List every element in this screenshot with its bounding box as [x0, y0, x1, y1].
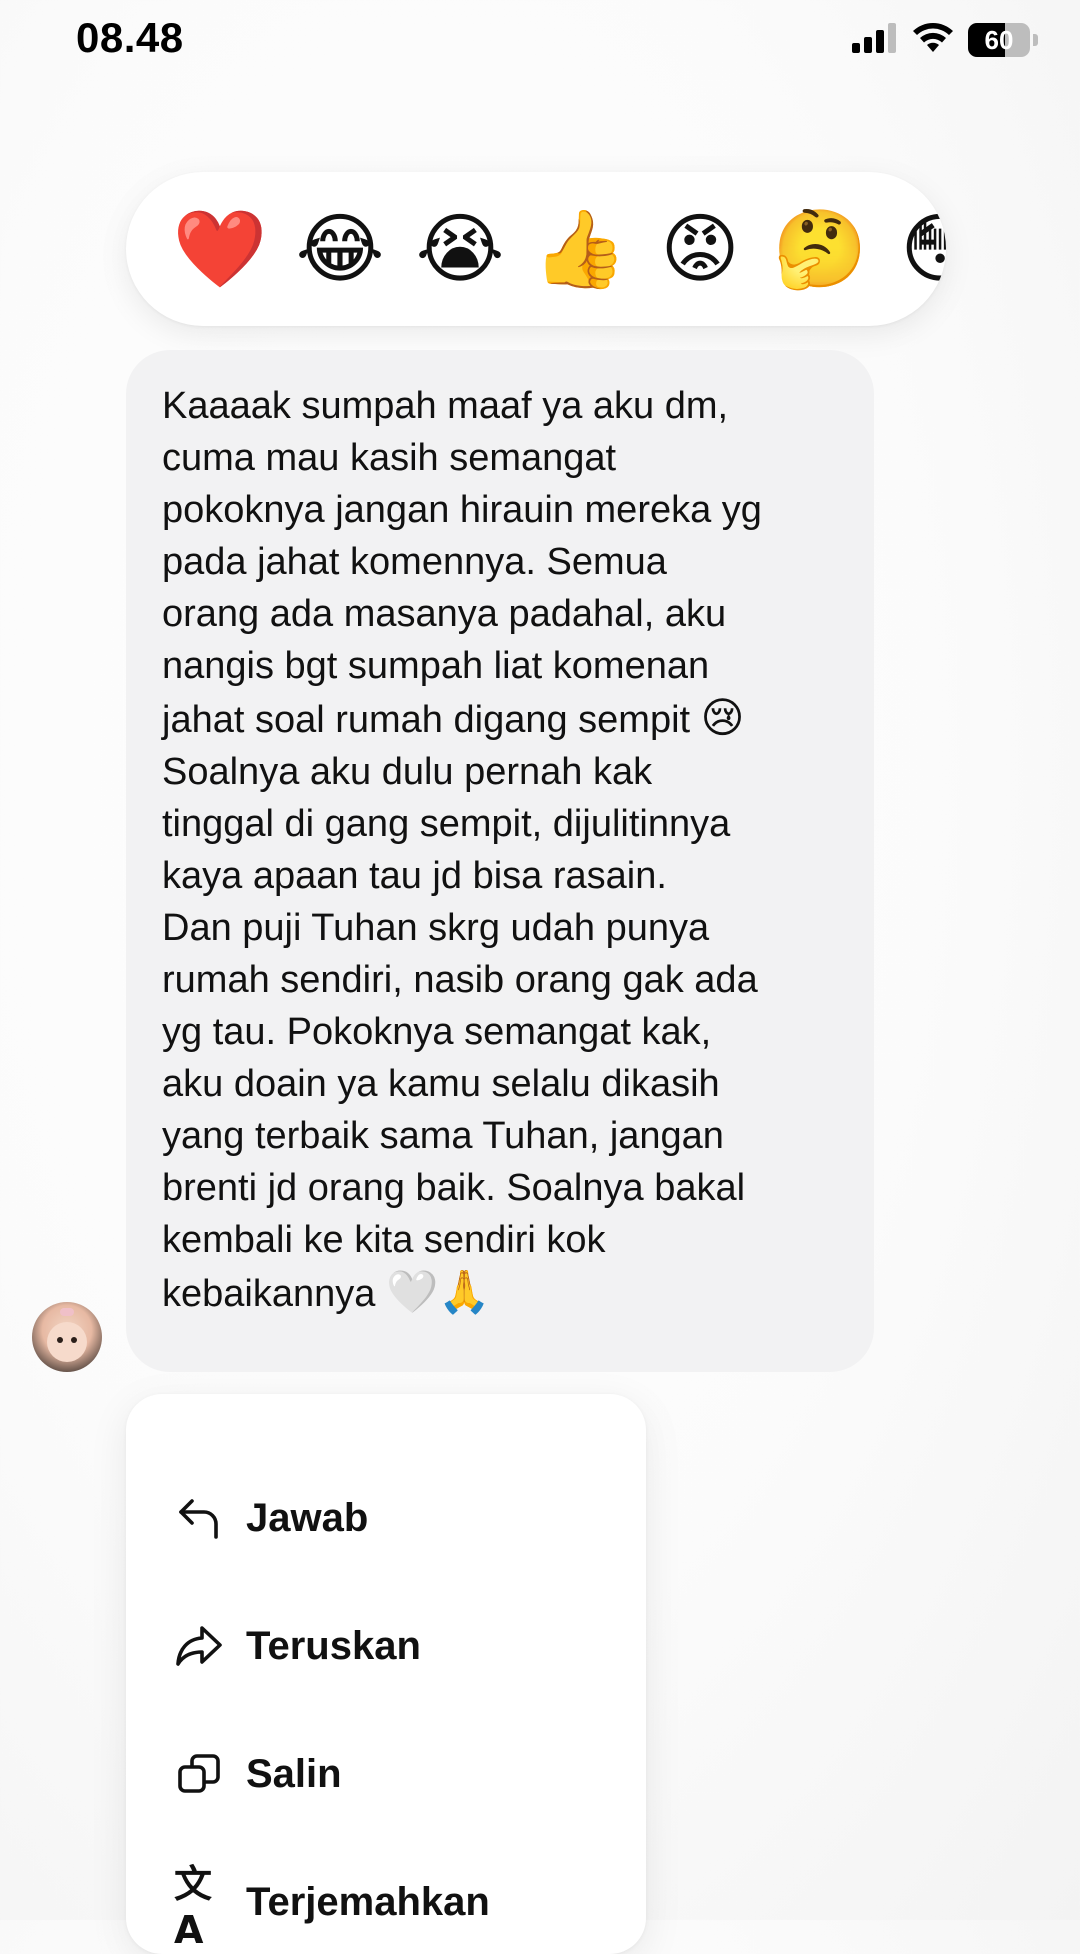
battery-icon: 60 — [968, 23, 1030, 57]
menu-item-translate[interactable]: 文A Terjemahkan — [126, 1852, 646, 1952]
menu-label-reply: Jawab — [246, 1495, 369, 1540]
status-time: 08.48 — [76, 14, 184, 61]
context-menu: Jawab Teruskan Salin 文A Terjemahkan — [126, 1394, 646, 1954]
message-text-part-1: Kaaaak sumpah maaf ya aku dm, cuma mau k… — [162, 385, 762, 741]
translate-glyph: 文A — [174, 1861, 212, 1952]
message-text-part-2: Soalnya aku dulu pernah kak tinggal di g… — [162, 751, 758, 1315]
message-text: Kaaaak sumpah maaf ya aku dm, cuma mau k… — [162, 380, 844, 1320]
status-icons: 60 — [852, 20, 1038, 60]
reaction-thinking[interactable]: 🤔 — [770, 199, 870, 299]
avatar-bow — [60, 1308, 74, 1316]
reply-icon — [174, 1493, 224, 1543]
avatar-eye-right — [71, 1337, 77, 1343]
menu-label-forward: Teruskan — [246, 1623, 421, 1668]
menu-label-copy: Salin — [246, 1751, 342, 1796]
reaction-laugh[interactable]: 😂 — [290, 199, 390, 299]
reaction-angry[interactable]: 😡 — [650, 199, 750, 299]
crying-face-emoji: 😢 — [700, 693, 745, 742]
battery-cap — [1033, 34, 1038, 46]
menu-item-forward[interactable]: Teruskan — [126, 1596, 646, 1696]
reaction-cry[interactable]: 😭 — [410, 199, 510, 299]
reaction-bar: ❤️ 😂 😭 👍 😡 🤔 😳 — [126, 172, 946, 326]
menu-item-copy[interactable]: Salin — [126, 1724, 646, 1824]
wifi-icon — [912, 22, 954, 59]
message-bubble[interactable]: Kaaaak sumpah maaf ya aku dm, cuma mau k… — [126, 350, 874, 1372]
heart-pray-emoji: 🤍🙏 — [385, 1267, 491, 1316]
avatar-eye-left — [57, 1337, 63, 1343]
reaction-thumbs-up[interactable]: 👍 — [530, 199, 630, 299]
battery-level: 60 — [984, 24, 1014, 55]
menu-label-translate: Terjemahkan — [246, 1879, 490, 1924]
copy-icon — [174, 1749, 224, 1799]
reaction-heart[interactable]: ❤️ — [170, 199, 270, 299]
menu-item-reply[interactable]: Jawab — [126, 1468, 646, 1568]
cellular-signal-icon — [852, 22, 898, 58]
avatar[interactable] — [32, 1302, 102, 1372]
reaction-surprised[interactable]: 😳 — [890, 199, 946, 299]
avatar-face — [47, 1322, 87, 1362]
status-bar: 08.48 60 — [0, 0, 1080, 80]
forward-icon — [174, 1621, 224, 1671]
